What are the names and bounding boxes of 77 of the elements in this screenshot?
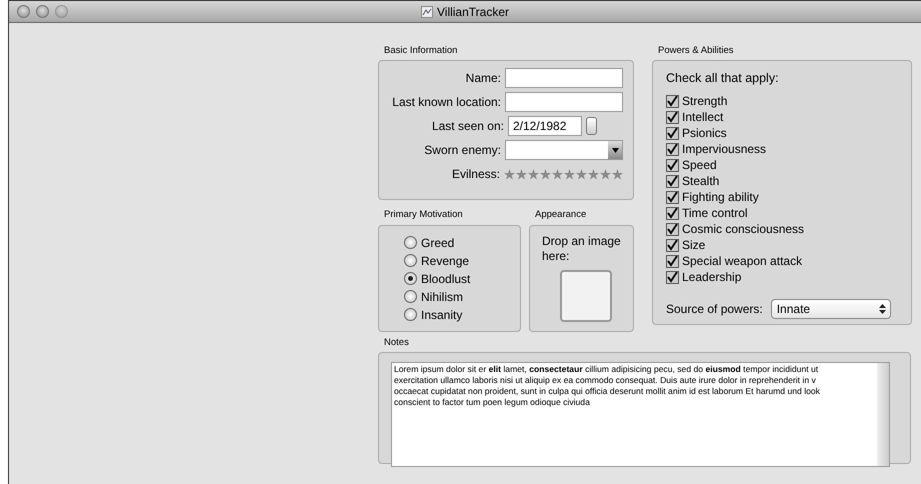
notes-line: exercitation ullamco laboris nisi ut aliquip ex ea commodo consequat. Duis aute irure dolor in reprehenderit in v — [394, 374, 816, 386]
notes-line: conscient to factor tum poen legum odioque civiuda — [394, 396, 590, 408]
radio-label: Greed — [421, 234, 454, 252]
checkbox[interactable] — [666, 174, 679, 188]
caret-icon — [612, 148, 618, 153]
radio-button[interactable] — [404, 290, 417, 303]
field-label: Last seen on: — [432, 118, 504, 136]
checkbox[interactable] — [666, 126, 679, 140]
checkbox[interactable] — [666, 190, 679, 204]
stepper-arrows-icon — [878, 304, 886, 314]
checkbox-label: Psionics — [682, 125, 727, 142]
checkbox-label: Time control — [682, 205, 748, 222]
notes-text-area[interactable] — [391, 362, 890, 467]
star-icon — [504, 168, 515, 180]
section-title: Primary Motivation — [383, 208, 464, 222]
app-icon — [420, 6, 433, 18]
radio-label: Bloodlust — [421, 270, 470, 288]
star-icon — [612, 168, 623, 180]
checkbox-label: Leadership — [682, 269, 742, 286]
notes-line: Lorem ipsum dolor sit er elit lamet, consectetaur cillium adipisicing pecu, sed do eiusmod tempor incididunt ut — [394, 364, 818, 375]
scrollbar[interactable] — [877, 362, 889, 466]
field-label: Sworn enemy: — [424, 142, 501, 160]
radio-label: Insanity — [421, 306, 462, 324]
checkbox-label: Speed — [682, 157, 717, 174]
checkbox-label: Size — [682, 237, 706, 254]
field-label: Evilness: — [452, 166, 500, 184]
checkbox-label: Special weapon attack — [682, 253, 802, 270]
checkbox-label: Intellect — [682, 109, 724, 126]
star-icon — [516, 168, 527, 180]
section-title: Basic Information — [383, 44, 458, 58]
window-title: VillianTracker — [436, 4, 510, 20]
checkbox[interactable] — [666, 238, 679, 252]
checkbox-label: Fighting ability — [682, 189, 759, 206]
star-icon — [564, 168, 575, 180]
radio-button[interactable] — [404, 308, 417, 321]
star-icon — [540, 168, 551, 180]
checkbox-label: Stealth — [682, 173, 720, 190]
minimize-button[interactable] — [36, 5, 49, 18]
enemy-dropdown[interactable] — [505, 140, 623, 160]
radio-button[interactable] — [404, 272, 417, 285]
date-field[interactable]: 2/12/1982 — [508, 116, 582, 136]
star-icon — [576, 168, 587, 180]
instruction-text: Check all that apply: — [666, 70, 780, 88]
checkbox[interactable] — [666, 222, 679, 236]
checkbox[interactable] — [666, 206, 679, 220]
checkbox[interactable] — [666, 254, 679, 268]
source-dropdown[interactable]: Innate — [770, 299, 891, 319]
stepper[interactable] — [586, 117, 597, 136]
image-well[interactable] — [560, 270, 612, 322]
section-title: Powers & Abilities — [657, 44, 735, 58]
field-label: Name: — [466, 70, 501, 88]
checkbox[interactable] — [666, 270, 679, 284]
drop-hint: Drop an image here: — [542, 234, 622, 264]
radio-label: Revenge — [421, 252, 470, 270]
radio-button[interactable] — [404, 236, 417, 249]
field-label: Last known location: — [392, 94, 501, 112]
name-field[interactable] — [505, 68, 623, 88]
field-label: Source of powers: — [666, 301, 763, 318]
star-icon — [588, 168, 599, 180]
location-field[interactable] — [505, 92, 623, 112]
section-title: Appearance — [534, 208, 588, 222]
star-icon — [528, 168, 539, 180]
notes-line: occaecat cupidatat non proident, sunt in culpa qui officia deserunt mollit anim id est laborum Et harumd und look — [394, 386, 820, 397]
checkbox[interactable] — [666, 110, 679, 124]
radio-button[interactable] — [404, 254, 417, 267]
checkbox-label: Cosmic consciousness — [682, 221, 804, 238]
checkbox[interactable] — [666, 158, 679, 172]
checkbox-label: Strength — [682, 93, 728, 110]
star-rating[interactable] — [504, 168, 623, 180]
star-icon — [552, 168, 563, 180]
checkbox[interactable] — [666, 142, 679, 156]
radio-label: Nihilism — [421, 288, 463, 306]
checkbox[interactable] — [666, 94, 679, 108]
star-icon — [600, 168, 611, 180]
section-title: Notes — [383, 336, 410, 350]
checkbox-label: Imperviousness — [682, 141, 766, 158]
close-button[interactable] — [17, 5, 30, 18]
